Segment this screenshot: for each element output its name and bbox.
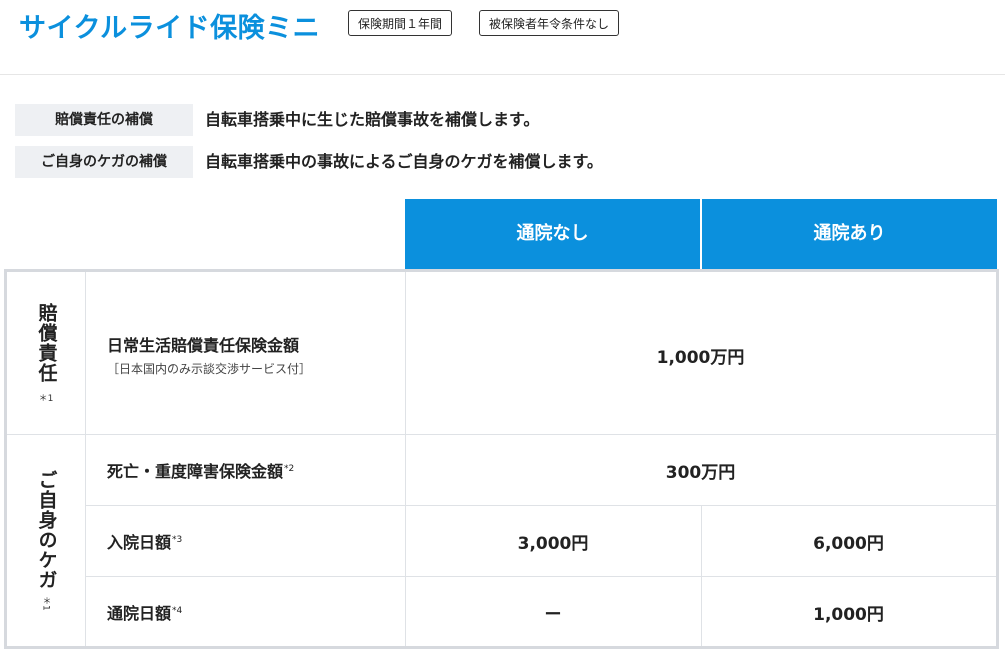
- category-injury: ご自身のケガ ＊1: [7, 435, 85, 646]
- value-hospitalization-no-outpatient: 3,000円: [517, 534, 589, 554]
- coverage-table: 賠償責任 ＊1 ご自身のケガ ＊1 日常生活賠償責任保険金額 ［日本国内のみ示談…: [4, 269, 999, 649]
- summary-text: 自転車搭乗中に生じた賠償事故を補償します。: [205, 110, 540, 129]
- summary-text: 自転車搭乗中の事故によるご自身のケガを補償します。: [205, 152, 603, 171]
- value-hospitalization-with-outpatient: 6,000円: [813, 534, 884, 554]
- column-header-no-outpatient: 通院なし: [405, 199, 700, 269]
- page-title: サイクルライド保険ミニ: [19, 13, 321, 44]
- badge-age-condition: 被保険者年令条件なし: [479, 10, 620, 36]
- category-liability-note: ＊1: [38, 393, 54, 404]
- summary-liability: 賠償責任の補償 自転車搭乗中に生じた賠償事故を補償します。: [15, 104, 995, 136]
- summary-label: ご自身のケガの補償: [15, 146, 193, 178]
- column-header-with-outpatient: 通院あり: [702, 199, 997, 269]
- summary-injury: ご自身のケガの補償 自転車搭乗中の事故によるご自身のケガを補償します。: [15, 146, 995, 178]
- summary-label: 賠償責任の補償: [15, 104, 193, 136]
- category-injury-note: ＊1: [40, 596, 51, 611]
- row-liability-amount-label: 日常生活賠償責任保険金額: [107, 336, 300, 355]
- row-hospitalization-label: 入院日額*3: [107, 533, 183, 552]
- category-liability: 賠償責任 ＊1: [7, 272, 85, 434]
- category-injury-label: ご自身のケガ: [35, 470, 58, 591]
- value-outpatient-with-outpatient: 1,000円: [813, 605, 884, 625]
- category-liability-label: 賠償責任: [35, 302, 58, 383]
- value-liability-amount: 1,000万円: [656, 348, 745, 368]
- row-outpatient-label: 通院日額*4: [107, 604, 183, 623]
- page-header: サイクルライド保険ミニ 保険期間１年間 被保険者年令条件なし: [0, 0, 1005, 75]
- value-death-disability: 300万円: [665, 463, 736, 483]
- row-liability-amount-note: ［日本国内のみ示談交渉サービス付］: [107, 362, 312, 376]
- badge-insurance-period: 保険期間１年間: [348, 10, 453, 36]
- row-death-disability-label: 死亡・重度障害保険金額*2: [107, 462, 295, 481]
- value-outpatient-no-outpatient: ー: [544, 605, 562, 625]
